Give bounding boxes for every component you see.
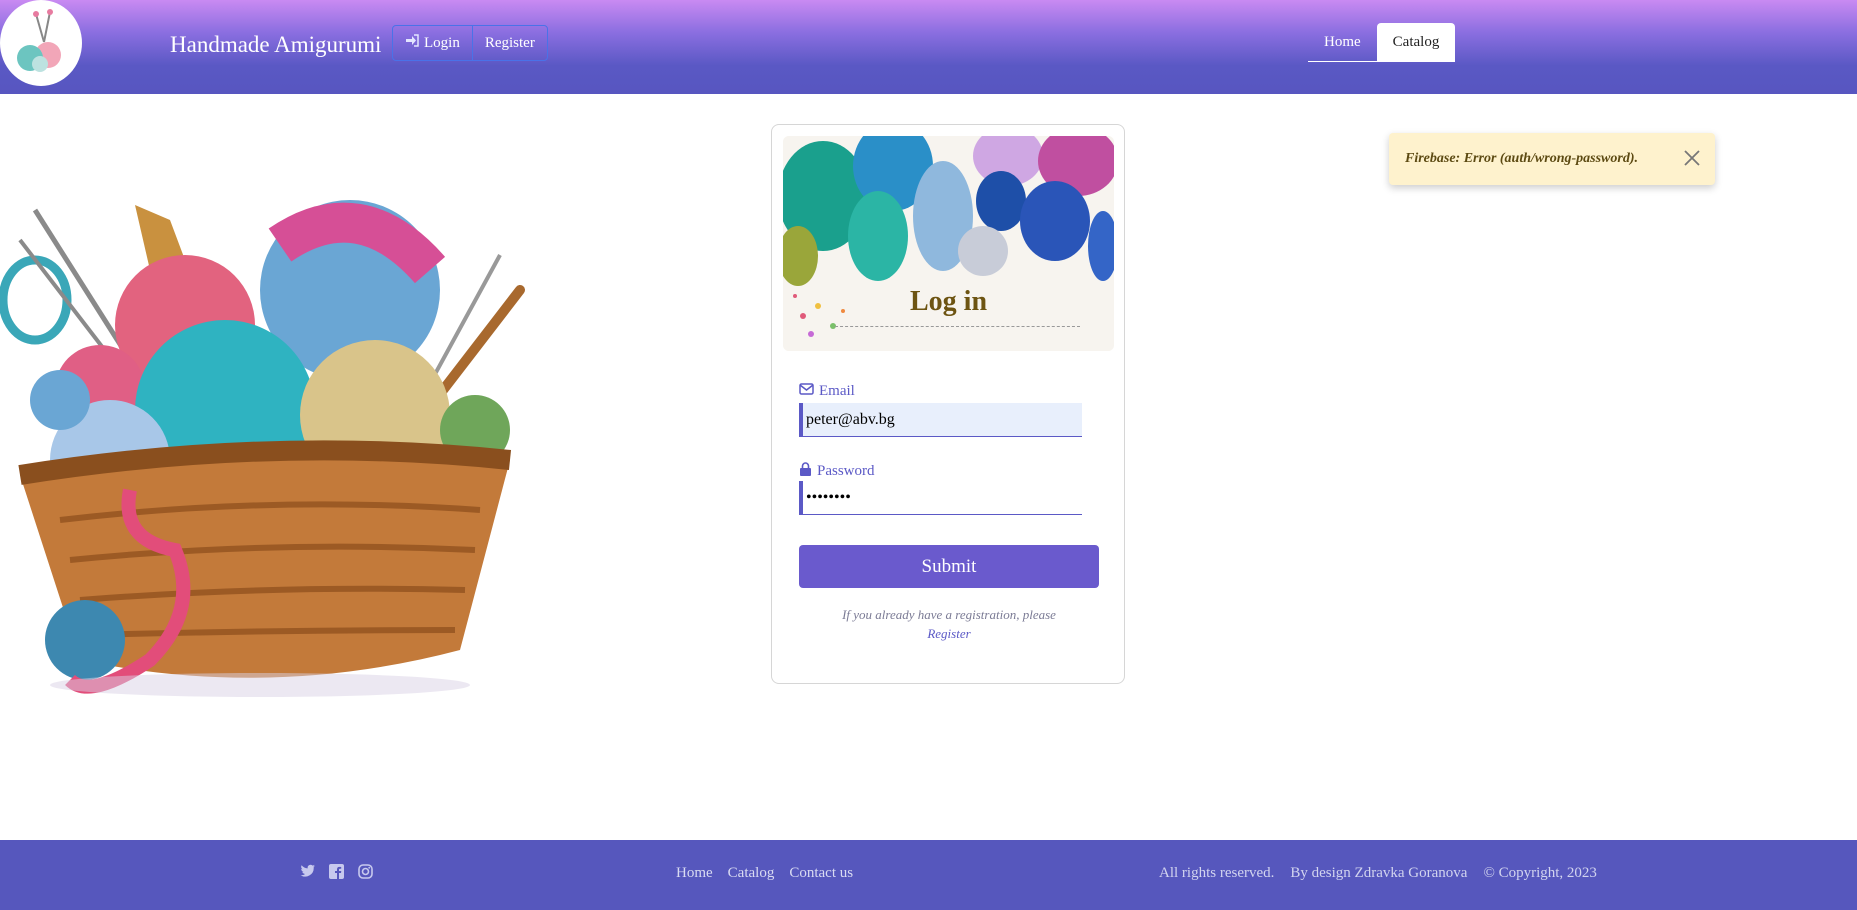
- email-field[interactable]: [799, 403, 1082, 437]
- register-link[interactable]: Register: [772, 624, 1126, 643]
- title-divider: [835, 326, 1080, 327]
- login-card: Log in Email Password Submit If you alre…: [771, 124, 1125, 684]
- register-note: If you already have a registration, plea…: [772, 605, 1126, 643]
- nav-home[interactable]: Home: [1308, 23, 1377, 62]
- design-credit: By design Zdravka Goranova: [1290, 865, 1468, 881]
- password-field[interactable]: [799, 481, 1082, 515]
- sign-in-icon: [405, 34, 419, 52]
- main-nav: Home Catalog: [1308, 23, 1456, 62]
- yarn-hero-image: Log in: [783, 136, 1114, 351]
- register-button[interactable]: Register: [471, 26, 547, 60]
- register-label: Register: [484, 34, 535, 51]
- social-links: [300, 864, 374, 880]
- login-label: Login: [424, 34, 460, 51]
- submit-button[interactable]: Submit: [799, 545, 1099, 588]
- nav-catalog[interactable]: Catalog: [1376, 23, 1456, 62]
- footer-link-catalog[interactable]: Catalog: [728, 865, 775, 882]
- login-button[interactable]: Login: [393, 26, 472, 60]
- twitter-icon[interactable]: [300, 864, 316, 880]
- yarn-basket-illustration: [0, 200, 525, 697]
- close-icon[interactable]: [1683, 149, 1701, 167]
- error-toast: Firebase: Error (auth/wrong-password).: [1389, 133, 1715, 185]
- copyright-text: © Copyright, 2023: [1483, 865, 1597, 881]
- site-header: Handmade Amigurumi Login Register Home C…: [0, 0, 1857, 94]
- footer-link-contact[interactable]: Contact us: [789, 865, 853, 882]
- error-message: Firebase: Error (auth/wrong-password).: [1405, 151, 1638, 166]
- email-label: Email: [819, 383, 855, 399]
- site-footer: Home Catalog Contact us All rights reser…: [0, 840, 1857, 910]
- register-note-text: If you already have a registration, plea…: [842, 607, 1056, 622]
- password-label-row: Password: [799, 462, 875, 481]
- envelope-icon: [799, 383, 814, 400]
- facebook-icon[interactable]: [329, 864, 345, 880]
- auth-button-group: Login Register: [392, 25, 548, 61]
- footer-info: All rights reserved. By design Zdravka G…: [1159, 865, 1597, 882]
- lock-icon: [799, 462, 812, 481]
- email-label-row: Email: [799, 383, 855, 400]
- instagram-icon[interactable]: [358, 864, 374, 880]
- site-logo[interactable]: [0, 0, 82, 86]
- brand-title[interactable]: Handmade Amigurumi: [170, 32, 381, 58]
- footer-link-home[interactable]: Home: [676, 865, 713, 882]
- rights-text: All rights reserved.: [1159, 865, 1275, 881]
- login-title: Log in: [909, 286, 988, 317]
- footer-nav: Home Catalog Contact us: [676, 865, 853, 882]
- password-label: Password: [817, 463, 875, 479]
